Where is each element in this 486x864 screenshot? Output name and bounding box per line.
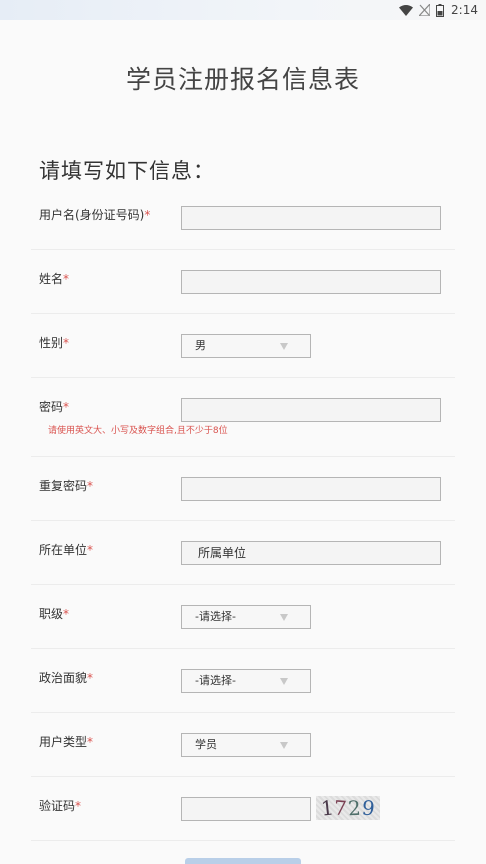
political-status-label: 政治面貌*: [39, 671, 94, 685]
required-mark: *: [63, 607, 70, 621]
status-bar: 2:14: [0, 0, 486, 20]
captcha-char: 9: [360, 796, 377, 820]
organization-label: 所在单位*: [39, 543, 94, 557]
required-mark: *: [87, 543, 94, 557]
captcha-image[interactable]: 1729: [316, 796, 380, 820]
user-type-label: 用户类型*: [39, 735, 94, 749]
confirm-password-input[interactable]: [181, 477, 441, 501]
required-mark: *: [144, 208, 151, 222]
required-mark: *: [63, 272, 70, 286]
divider: [31, 377, 455, 378]
password-input[interactable]: [181, 398, 441, 422]
captcha-char: 7: [333, 796, 349, 820]
gender-selected-value: 男: [195, 339, 206, 352]
user-type-select[interactable]: 学员: [181, 733, 311, 757]
political-status-select[interactable]: -请选择-: [181, 669, 311, 693]
divider: [31, 648, 455, 649]
political-status-selected-value: -请选择-: [195, 674, 236, 687]
organization-input[interactable]: 所属单位: [181, 541, 441, 565]
wifi-icon: [399, 4, 414, 16]
chevron-down-icon: [280, 742, 288, 749]
divider: [31, 520, 455, 521]
divider: [31, 712, 455, 713]
signal-icon: [419, 4, 431, 16]
clock: 2:14: [451, 3, 478, 17]
page-title: 学员注册报名信息表: [125, 65, 360, 94]
chevron-down-icon: [280, 678, 288, 685]
password-label: 密码*: [39, 400, 70, 414]
rank-label: 职级*: [39, 607, 70, 621]
gender-label: 性别*: [39, 336, 70, 350]
section-heading: 请填写如下信息：: [39, 159, 215, 183]
battery-icon: [436, 3, 445, 17]
required-mark: *: [75, 799, 82, 813]
username-input[interactable]: [181, 206, 441, 230]
name-input[interactable]: [181, 270, 441, 294]
captcha-label: 验证码*: [39, 799, 82, 813]
confirm-password-label: 重复密码*: [39, 479, 94, 493]
user-type-selected-value: 学员: [195, 738, 217, 751]
divider: [31, 313, 455, 314]
required-mark: *: [63, 336, 70, 350]
name-label: 姓名*: [39, 272, 70, 286]
required-mark: *: [87, 671, 94, 685]
submit-button[interactable]: [185, 858, 301, 864]
gender-select[interactable]: 男: [181, 334, 311, 358]
required-mark: *: [87, 735, 94, 749]
divider: [31, 249, 455, 250]
captcha-input[interactable]: [181, 797, 311, 821]
required-mark: *: [87, 479, 94, 493]
divider: [31, 776, 455, 777]
divider: [31, 584, 455, 585]
divider: [31, 840, 455, 841]
rank-select[interactable]: -请选择-: [181, 605, 311, 629]
required-mark: *: [63, 400, 70, 414]
username-label: 用户名(身份证号码)*: [39, 208, 151, 222]
divider: [31, 456, 455, 457]
chevron-down-icon: [280, 614, 288, 621]
rank-selected-value: -请选择-: [195, 610, 236, 623]
password-hint: 请使用英文大、小写及数字组合,且不少于8位: [48, 426, 228, 436]
chevron-down-icon: [280, 343, 288, 350]
